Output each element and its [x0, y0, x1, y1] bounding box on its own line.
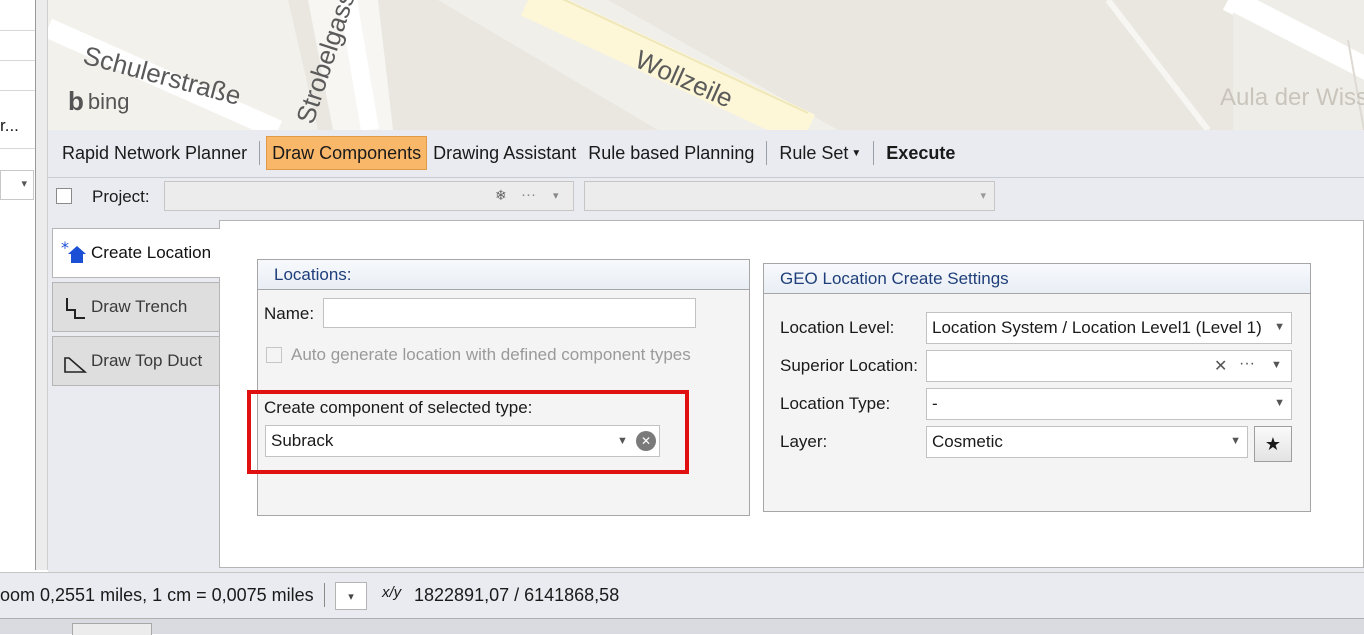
trench-icon — [61, 294, 87, 320]
superior-location-label: Superior Location: — [780, 356, 918, 375]
layer-label: Layer: — [780, 432, 828, 451]
map-view[interactable]: Schulerstraße Strobelgasse Wollzeile Aul… — [48, 0, 1364, 130]
layer-dropdown[interactable]: Cosmetic ▼ — [926, 426, 1248, 458]
clear-icon[interactable]: ✕ — [1214, 356, 1227, 376]
chevron-down-icon: ▼ — [1230, 435, 1241, 447]
status-separator — [324, 583, 325, 607]
tab-draw-top-duct-label: Draw Top Duct — [91, 351, 203, 370]
left-panel-truncated-text[interactable]: r... — [0, 116, 19, 136]
tab-draw-components[interactable]: Draw Components — [266, 136, 428, 170]
main-toolbar: Rapid Network Planner Draw Components Dr… — [48, 130, 1364, 178]
panel-splitter[interactable] — [36, 0, 48, 570]
star-icon[interactable]: ★ — [1254, 426, 1292, 462]
tab-create-location-label: Create Location — [91, 243, 212, 262]
tab-create-location[interactable]: * Create Location — [52, 228, 220, 278]
layer-value: Cosmetic — [932, 432, 1003, 451]
chevron-down-icon: ▾ — [980, 190, 986, 202]
xy-icon: x/y — [382, 584, 402, 601]
project-label: Project: — [92, 187, 150, 206]
project-checkbox[interactable] — [56, 188, 72, 204]
tab-draw-trench[interactable]: Draw Trench — [52, 282, 220, 332]
create-location-icon: * — [61, 238, 87, 266]
auto-generate-checkbox[interactable] — [266, 347, 282, 363]
bing-icon: b — [68, 86, 84, 116]
superior-location-dropdown[interactable]: ✕ ··· ▼ — [926, 350, 1292, 382]
snowflake-icon[interactable]: ❄ — [495, 187, 507, 204]
ellipsis-icon[interactable]: ··· — [1239, 355, 1255, 373]
chevron-down-icon[interactable]: ▾ — [553, 189, 559, 202]
bottom-strip — [0, 618, 1364, 635]
chevron-down-icon: ▼ — [1274, 397, 1285, 409]
project-combo[interactable]: ❄ ··· ▾ — [164, 181, 574, 211]
location-level-label: Location Level: — [780, 318, 895, 337]
auto-generate-label: Auto generate location with defined comp… — [291, 345, 691, 364]
project-bar: Project: ❄ ··· ▾ ▾ — [48, 178, 1364, 218]
tab-drawing-assistant[interactable]: Drawing Assistant — [427, 136, 582, 170]
chevron-down-icon: ▼ — [1274, 321, 1285, 333]
name-label: Name: — [264, 304, 315, 323]
location-type-label: Location Type: — [780, 394, 891, 413]
toolbar-separator — [873, 141, 875, 165]
location-level-dropdown[interactable]: Location System / Location Level1 (Level… — [926, 312, 1292, 344]
chevron-down-icon: ▾ — [21, 178, 27, 190]
highlight-box — [247, 390, 689, 474]
svg-text:*: * — [61, 240, 69, 257]
scale-dropdown[interactable]: ▾ — [335, 582, 367, 610]
caret-down-icon: ▼ — [851, 147, 862, 159]
left-panel: r... ▾ — [0, 0, 36, 570]
location-type-dropdown[interactable]: - ▼ — [926, 388, 1292, 420]
map-roads — [48, 0, 1364, 130]
toolbar-separator — [766, 141, 768, 165]
status-bar: oom 0,2551 miles, 1 cm = 0,0075 miles ▾ … — [0, 572, 1364, 618]
secondary-combo[interactable]: ▾ — [584, 181, 995, 211]
duct-icon — [61, 348, 88, 374]
rule-set-menu[interactable]: Rule Set ▼ — [773, 136, 867, 170]
bing-logo: b bing — [68, 86, 129, 117]
locations-header: Locations: — [258, 260, 749, 290]
scale-text: oom 0,2551 miles, 1 cm = 0,0075 miles — [0, 585, 314, 605]
location-type-value: - — [932, 394, 938, 413]
left-panel-dropdown[interactable]: ▾ — [0, 170, 34, 200]
tab-rule-based-planning[interactable]: Rule based Planning — [582, 136, 760, 170]
bottom-tab[interactable] — [72, 623, 152, 635]
coordinates-text: 1822891,07 / 6141868,58 — [414, 585, 620, 605]
ellipsis-icon[interactable]: ··· — [521, 186, 536, 203]
geo-settings-header: GEO Location Create Settings — [764, 264, 1310, 294]
landmark-label: Aula der Wissenschaften — [1220, 84, 1364, 111]
chevron-down-icon[interactable]: ▼ — [1271, 359, 1282, 371]
toolbar-separator — [259, 141, 261, 165]
tab-rapid-network-planner[interactable]: Rapid Network Planner — [56, 136, 253, 170]
name-input[interactable] — [323, 298, 696, 328]
tab-draw-top-duct[interactable]: Draw Top Duct — [52, 336, 220, 386]
execute-button[interactable]: Execute — [880, 136, 961, 170]
rule-set-label: Rule Set — [779, 142, 849, 163]
tab-draw-trench-label: Draw Trench — [91, 297, 188, 316]
bing-attribution: bing — [87, 88, 130, 114]
location-level-value: Location System / Location Level1 (Level… — [932, 318, 1262, 337]
